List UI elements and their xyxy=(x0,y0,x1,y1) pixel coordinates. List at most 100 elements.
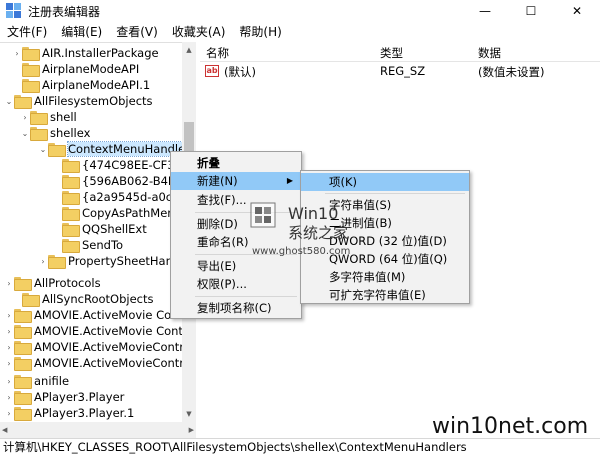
folder-icon xyxy=(14,375,32,389)
menu-bar: 文件(F) 编辑(E) 查看(V) 收藏夹(A) 帮助(H) xyxy=(0,22,600,42)
tree-item-label: APlayer3.Player.1 xyxy=(34,406,135,420)
expand-icon[interactable]: › xyxy=(38,253,48,269)
folder-icon xyxy=(22,47,40,61)
tree-item[interactable]: {596AB062-B4D2 xyxy=(62,173,184,189)
tree-item[interactable]: CopyAsPathMenu xyxy=(62,205,182,221)
tree-item-label: AllFilesystemObjects xyxy=(34,94,153,108)
expand-icon[interactable]: › xyxy=(4,307,14,323)
tree-item[interactable]: › shell xyxy=(20,109,77,125)
folder-icon xyxy=(22,63,40,77)
tree-item-label: AIR.InstallerPackage xyxy=(42,46,159,60)
submenu-arrow-icon: ▶ xyxy=(286,176,293,185)
menu-item-copy-key-name[interactable]: 复制项名称(C) xyxy=(171,299,301,317)
menu-view[interactable]: 查看(V) xyxy=(109,22,165,42)
watermark-subtitle: 系统之家 xyxy=(288,224,349,242)
registry-tree[interactable]: › AIR.InstallerPackage AirplaneModeAPI Ai… xyxy=(0,42,196,438)
tree-item[interactable]: › AMOVIE.ActiveMovie Control. xyxy=(4,323,196,339)
value-type: REG_SZ xyxy=(380,64,426,78)
submenu-item-key[interactable]: 项(K) xyxy=(301,173,469,191)
window-title: 注册表编辑器 xyxy=(28,4,101,19)
value-row[interactable]: ab (默认) REG_SZ (数值未设置) xyxy=(200,62,600,80)
tree-item[interactable]: › APlayer3.Player.1 xyxy=(4,405,134,421)
tree-item-label: shellex xyxy=(50,126,91,140)
menu-edit[interactable]: 编辑(E) xyxy=(54,22,109,42)
tree-item[interactable]: › AIR.InstallerPackage xyxy=(12,45,159,61)
tree-item[interactable]: › anifile xyxy=(4,373,69,389)
expand-icon[interactable]: › xyxy=(4,355,14,371)
expand-icon[interactable]: › xyxy=(4,275,14,291)
tree-item-label: {a2a9545d-a0c2- xyxy=(82,190,184,204)
watermark: Win10 系统之家 www.ghost580.com xyxy=(244,196,374,266)
tree-item-label: AMOVIE.ActiveMovie Control. xyxy=(34,324,196,338)
expand-icon[interactable]: › xyxy=(12,45,22,61)
maximize-button[interactable]: ☐ xyxy=(508,0,554,22)
folder-icon xyxy=(48,143,66,157)
tree-item[interactable]: › AMOVIE.ActiveMovieControl.2 xyxy=(4,355,196,371)
close-button[interactable]: ✕ xyxy=(554,0,600,22)
tree-horizontal-scrollbar[interactable]: ◀ ▶ xyxy=(0,422,196,438)
tree-item-label: QQShellExt xyxy=(82,222,147,236)
watermark-url: www.ghost580.com xyxy=(252,246,351,257)
tree-item[interactable]: › AMOVIE.ActiveMovieControl xyxy=(4,339,194,355)
tree-item-label: AllProtocols xyxy=(34,276,101,290)
tree-item[interactable]: ⌄ shellex xyxy=(20,125,90,141)
scroll-down-icon[interactable]: ▼ xyxy=(182,406,196,422)
column-name[interactable]: 名称 xyxy=(206,45,229,61)
tree-item[interactable]: AllSyncRootObjects xyxy=(12,291,153,307)
menu-item-permissions[interactable]: 权限(P)... xyxy=(171,275,301,293)
expand-icon[interactable]: › xyxy=(4,389,14,405)
column-data[interactable]: 数据 xyxy=(478,45,501,61)
expand-icon[interactable]: › xyxy=(4,373,14,389)
tree-item[interactable]: {474C98EE-CF3D- xyxy=(62,157,188,173)
submenu-item-expandable-string[interactable]: 可扩充字符串值(E) xyxy=(301,286,469,304)
minimize-button[interactable]: — xyxy=(462,0,508,22)
folder-icon xyxy=(22,293,40,307)
menu-help[interactable]: 帮助(H) xyxy=(232,22,288,42)
tree-item-label: SendTo xyxy=(82,238,124,252)
expand-icon xyxy=(12,291,22,307)
tree-item[interactable]: › APlayer3.Player xyxy=(4,389,124,405)
menu-favorites[interactable]: 收藏夹(A) xyxy=(165,22,233,42)
tree-item[interactable]: SendTo xyxy=(62,237,123,253)
expand-icon[interactable]: › xyxy=(20,109,30,125)
folder-icon xyxy=(22,79,40,93)
scroll-up-icon[interactable]: ▲ xyxy=(182,42,196,58)
tree-item-label: AirplaneModeAPI xyxy=(42,62,140,76)
expand-icon[interactable]: › xyxy=(4,339,14,355)
collapse-icon[interactable]: ⌄ xyxy=(20,125,30,141)
folder-icon xyxy=(62,223,80,237)
tree-item[interactable]: AirplaneModeAPI.1 xyxy=(12,77,150,93)
menu-item-collapse[interactable]: 折叠 xyxy=(171,154,301,172)
tree-item-label: PropertySheetHandl xyxy=(68,254,184,268)
tree-item[interactable]: › AMOVIE.ActiveMovie Contro xyxy=(4,307,194,323)
expand-icon[interactable]: › xyxy=(4,323,14,339)
string-value-icon: ab xyxy=(205,65,219,77)
collapse-icon[interactable]: ⌄ xyxy=(4,93,14,109)
tree-item[interactable]: ⌄ AllFilesystemObjects xyxy=(4,93,153,109)
folder-icon xyxy=(62,191,80,205)
tree-item-label: AirplaneModeAPI.1 xyxy=(42,78,151,92)
title-bar: 注册表编辑器 — ☐ ✕ xyxy=(0,0,600,22)
menu-item-new[interactable]: 新建(N) ▶ xyxy=(171,172,301,190)
column-type[interactable]: 类型 xyxy=(380,45,403,61)
tree-item-label: AMOVIE.ActiveMovieControl.2 xyxy=(34,356,196,370)
watermark-corner: win10net.com xyxy=(432,414,589,439)
tree-item[interactable]: › AllProtocols xyxy=(4,275,101,291)
folder-icon xyxy=(62,159,80,173)
menu-file[interactable]: 文件(F) xyxy=(0,22,54,42)
submenu-item-multi-string[interactable]: 多字符串值(M) xyxy=(301,268,469,286)
tree-item[interactable]: QQShellExt xyxy=(62,221,147,237)
folder-icon xyxy=(14,357,32,371)
tree-item[interactable]: › PropertySheetHandl xyxy=(38,253,183,269)
scroll-right-icon[interactable]: ▶ xyxy=(189,426,194,434)
tree-item[interactable]: AirplaneModeAPI xyxy=(12,61,139,77)
folder-icon xyxy=(14,407,32,421)
folder-icon xyxy=(14,325,32,339)
collapse-icon[interactable]: ⌄ xyxy=(38,141,48,157)
folder-icon xyxy=(14,341,32,355)
tree-item-label: CopyAsPathMenu xyxy=(82,206,182,220)
scroll-left-icon[interactable]: ◀ xyxy=(2,426,7,434)
folder-icon xyxy=(14,277,32,291)
expand-icon[interactable]: › xyxy=(4,405,14,421)
tree-item[interactable]: {a2a9545d-a0c2- xyxy=(62,189,184,205)
